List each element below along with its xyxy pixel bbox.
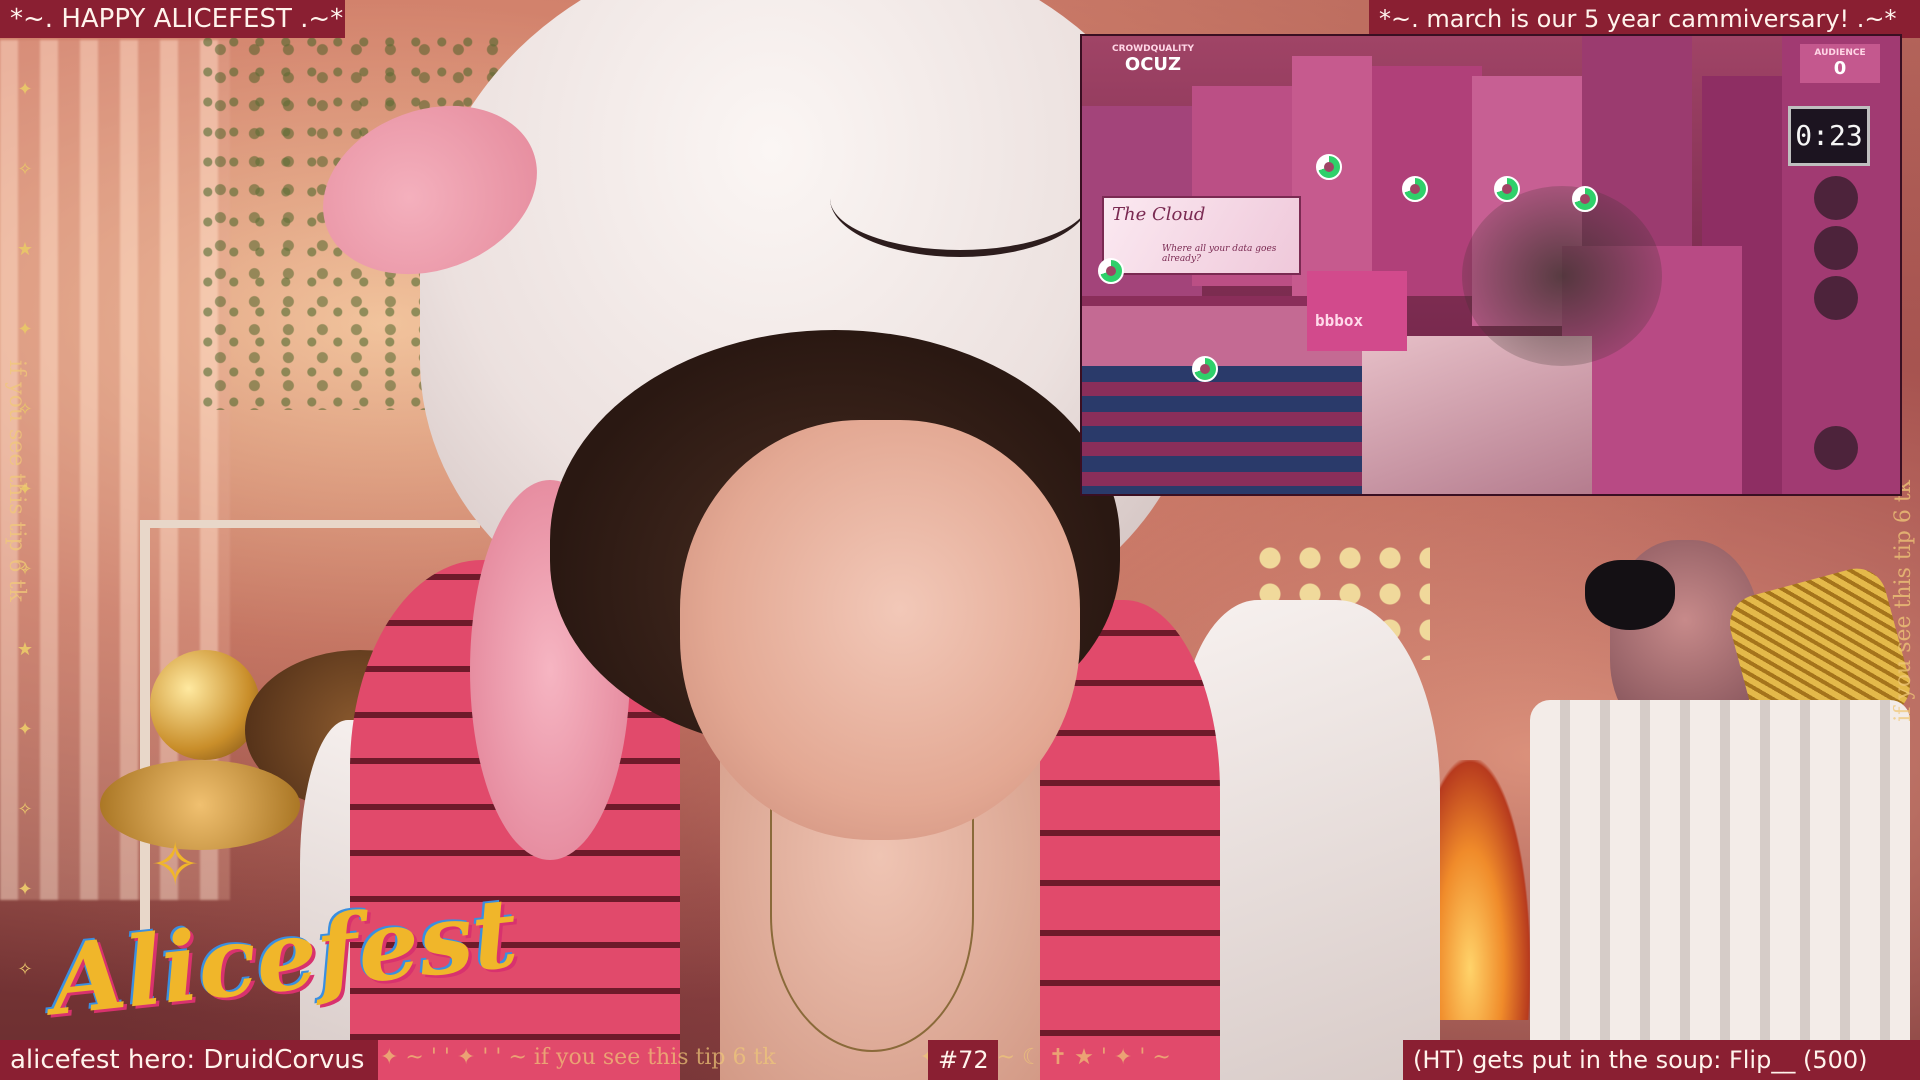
audience-value: 0 [1833, 58, 1847, 79]
audience-label: AUDIENCE [1814, 48, 1866, 58]
game-timer: 0:23 [1788, 106, 1870, 166]
game-overlay: bbbox The Cloud Where all your data goes… [1080, 34, 1902, 496]
top-banner-right: *~. march is our 5 year cammiversary! .~… [1369, 0, 1920, 38]
billboard-title: The Cloud [1112, 204, 1206, 225]
target-marker[interactable] [1494, 176, 1520, 202]
billboard: The Cloud Where all your data goes alrea… [1102, 196, 1301, 275]
shop-sign-text: bbbox [1315, 311, 1364, 330]
face [680, 420, 1080, 840]
score-value: OCUZ [1124, 54, 1182, 75]
billboard-subtitle: Where all your data goes already? [1162, 244, 1277, 264]
goal-number: #72 [928, 1040, 998, 1080]
soup-label: (HT) gets put in the soup: Flip__ (500) [1403, 1040, 1920, 1080]
bottom-bar: ✦ ~ ' ' ✦ ' ' ~ if you see this tip 6 tk… [0, 1038, 1920, 1080]
top-banner-left: *~. HAPPY ALICEFEST .~* [0, 0, 345, 38]
cat-mask [1585, 560, 1675, 630]
smoke [1462, 186, 1662, 366]
radiator [1530, 700, 1910, 1080]
target-marker[interactable] [1572, 186, 1598, 212]
character-icon [1814, 276, 1858, 320]
score-label: CROWDQUALITY [1112, 44, 1194, 54]
character-icon [1814, 176, 1858, 220]
ticker-text: ✦ ~ ' ' ✦ ' ' ~ if you see this tip 6 tk [380, 1045, 776, 1070]
building-stripes [1082, 366, 1362, 494]
target-marker[interactable] [1098, 258, 1124, 284]
side-tip-text-right: if you see this tip 6 tk [1891, 480, 1916, 722]
disco-ball [150, 650, 260, 760]
audience-panel: AUDIENCE 0 [1800, 44, 1880, 83]
hood-smile [830, 140, 1090, 257]
target-marker[interactable] [1316, 154, 1342, 180]
score-panel: CROWDQUALITY OCUZ [1112, 44, 1194, 75]
character-icon [1814, 226, 1858, 270]
hero-label: alicefest hero: DruidCorvus [0, 1040, 378, 1080]
side-tip-text-left: if you see this tip 6 tk [4, 360, 29, 602]
target-marker[interactable] [1192, 356, 1218, 382]
ticker: ✦ ~ ' ' ✦ ' ' ~ if you see this tip 6 tk… [380, 1040, 1390, 1076]
character-icon [1814, 426, 1858, 470]
fairy-logo-icon: ✧ [150, 830, 201, 900]
shop-sign: bbbox [1307, 271, 1407, 351]
target-marker[interactable] [1402, 176, 1428, 202]
